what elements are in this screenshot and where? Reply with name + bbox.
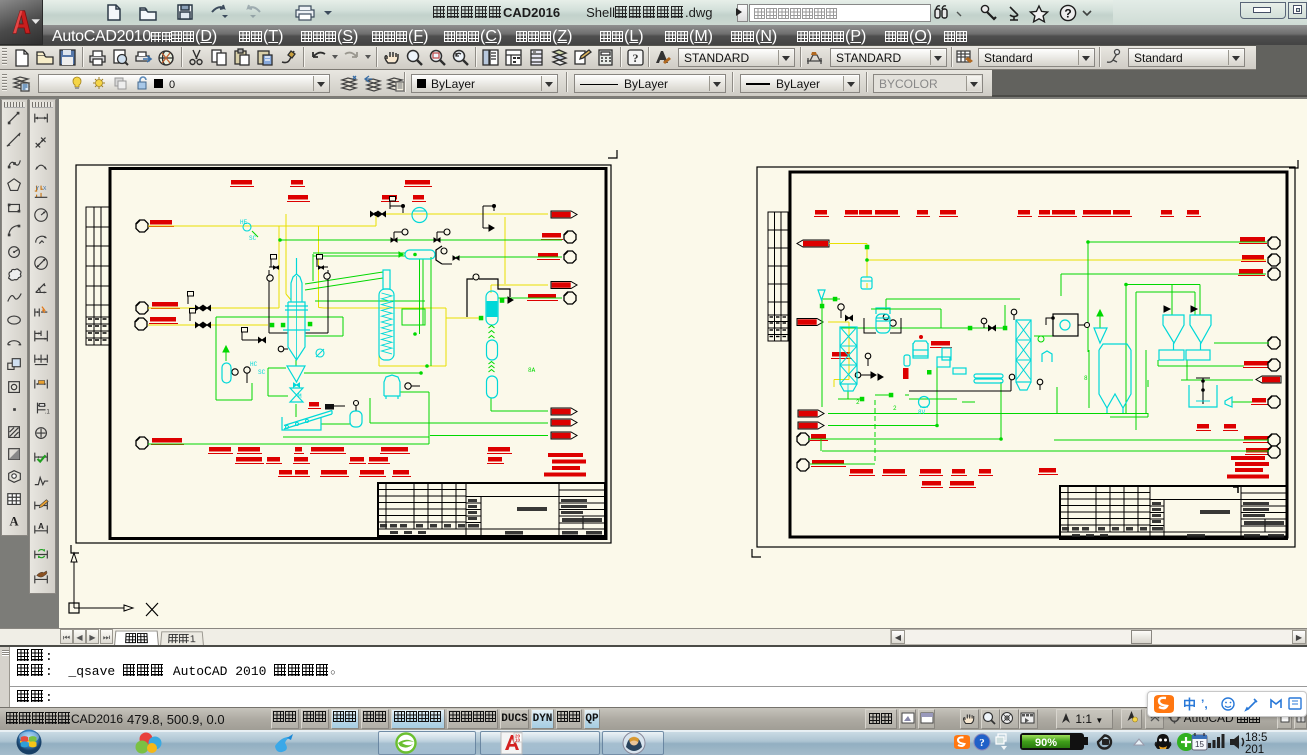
svg-text:2: 2 [893,405,897,412]
svg-text:中: 中 [1183,697,1196,712]
svg-text:15: 15 [1195,740,1204,749]
svg-text:M: M [298,393,302,400]
svg-text:A: A [10,515,19,529]
svg-text:HC: HC [250,361,258,368]
svg-text:HE: HE [240,219,248,226]
svg-text:Y: Y [36,186,40,192]
svg-text:’,: ’, [1201,697,1208,711]
svg-text:?: ? [979,737,985,749]
svg-text:?: ? [1064,7,1071,21]
svg-text:18:5: 18:5 [1245,732,1267,744]
svg-text:0: 0 [169,79,175,91]
svg-text:.1: .1 [45,409,50,416]
svg-text:10: 10 [515,738,521,743]
svg-text:X: X [43,186,47,192]
svg-text:2: 2 [856,399,860,406]
svg-text:8: 8 [1084,375,1088,382]
svg-text:90%: 90% [1035,737,1057,749]
svg-text:8V: 8V [918,409,926,416]
svg-text:201: 201 [1245,744,1264,755]
svg-text:A: A [38,522,44,531]
svg-text:?: ? [633,51,639,65]
svg-text:SC: SC [249,235,257,242]
svg-text:SC: SC [258,369,266,376]
svg-text:8A: 8A [528,367,536,374]
